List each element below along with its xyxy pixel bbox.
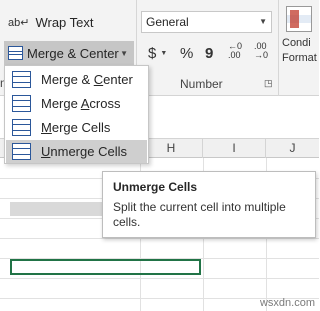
number-group-label: Number	[180, 77, 223, 91]
tooltip: Unmerge Cells Split the current cell int…	[102, 171, 316, 238]
menu-item-unmerge-cells[interactable]: Unmerge Cells	[6, 140, 147, 163]
column-header-i[interactable]: I	[203, 139, 266, 158]
menu-item-label: Unmerge Cells	[41, 144, 127, 159]
decrease-decimal-icon: .00 →0	[254, 41, 269, 60]
merge-center-icon	[8, 46, 23, 60]
currency-icon: $	[148, 44, 157, 62]
increase-decimal-icon: ←0 .00	[228, 41, 243, 60]
chevron-down-icon: ▼	[160, 49, 168, 57]
dialog-launcher-icon[interactable]: ◳	[264, 78, 273, 89]
chevron-down-icon: ▼	[259, 17, 267, 26]
wrap-text-label: Wrap Text	[35, 14, 94, 30]
menu-item-label: Merge Across	[41, 96, 121, 111]
comma-style-button[interactable]: 9	[205, 42, 213, 64]
percent-style-button[interactable]: %	[180, 42, 193, 64]
merge-center-button[interactable]: Merge & Center ▼	[4, 41, 134, 65]
conditional-formatting-button[interactable]: Condi Format	[282, 4, 319, 84]
menu-item-merge-cells[interactable]: Merge Cells	[6, 116, 147, 139]
conditional-formatting-label-1: Condi	[282, 37, 311, 49]
wrap-text-icon: ab↵	[8, 16, 30, 29]
merge-cells-icon	[12, 119, 31, 136]
percent-icon: %	[180, 44, 194, 62]
column-header-j[interactable]: J	[266, 139, 319, 158]
menu-item-merge-across[interactable]: Merge Across	[6, 92, 147, 115]
number-format-value: General	[146, 15, 189, 29]
conditional-formatting-icon	[286, 6, 312, 32]
menu-item-label: Merge Cells	[41, 120, 111, 135]
merge-across-icon	[12, 95, 31, 112]
menu-item-label: Merge & Center	[41, 72, 133, 87]
chevron-down-icon[interactable]: ▼	[120, 49, 128, 58]
selected-cell-range[interactable]	[10, 259, 201, 275]
filled-cell-range[interactable]	[10, 202, 105, 216]
tooltip-title: Unmerge Cells	[113, 180, 198, 194]
ribbon-divider	[278, 0, 279, 96]
merge-center-icon	[12, 71, 31, 88]
merge-dropdown-menu: Merge & Center Merge Across Merge Cells …	[4, 65, 149, 164]
wrap-text-button[interactable]: ab↵ Wrap Text	[8, 10, 94, 34]
number-format-select[interactable]: General ▼	[141, 11, 272, 33]
tooltip-body: Split the current cell into multiple cel…	[113, 200, 286, 229]
watermark: wsxdn.com	[259, 297, 315, 309]
increase-decimal-button[interactable]: ←0 .00	[228, 42, 250, 64]
currency-format-button[interactable]: $ ▼	[148, 42, 167, 64]
column-header-h[interactable]: H	[140, 139, 203, 158]
menu-item-merge-center[interactable]: Merge & Center	[6, 68, 147, 91]
unmerge-cells-icon	[12, 143, 31, 160]
merge-center-label: Merge & Center	[27, 45, 119, 61]
conditional-formatting-label-2: Format	[282, 52, 317, 64]
decrease-decimal-button[interactable]: .00 →0	[254, 42, 276, 64]
comma-icon: 9	[205, 44, 214, 62]
